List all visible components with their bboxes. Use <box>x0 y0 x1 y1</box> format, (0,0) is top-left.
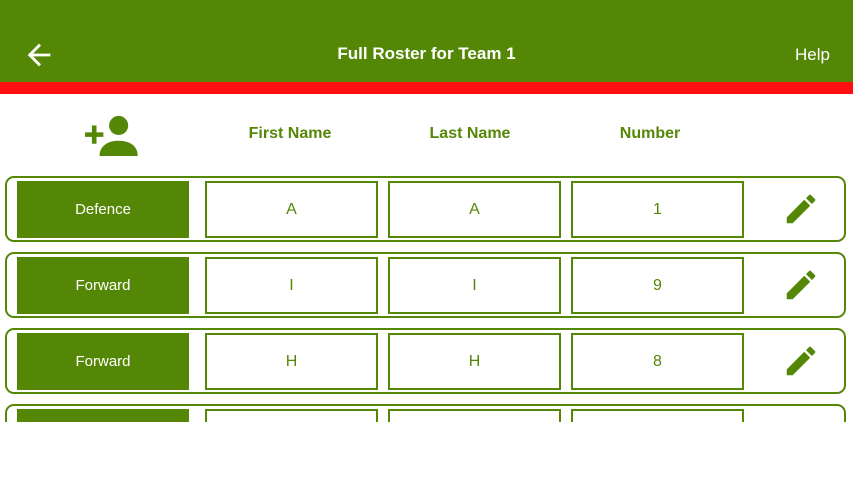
column-header-last-name: Last Name <box>429 125 511 142</box>
number-field[interactable]: 9 <box>571 257 744 314</box>
first-name-field[interactable]: I <box>205 257 378 314</box>
position-button[interactable]: Forward <box>17 333 189 390</box>
column-header-first-name: First Name <box>248 125 332 142</box>
first-name-field[interactable]: H <box>205 333 378 390</box>
accent-divider <box>0 82 853 94</box>
last-name-field[interactable]: A <box>388 181 561 238</box>
number-field[interactable] <box>571 409 744 422</box>
roster-header: First Name Last Name Number <box>0 94 853 174</box>
roster-list[interactable]: Defence A A 1 Forward I I 9 Forward H H … <box>0 176 853 422</box>
help-button[interactable]: Help <box>795 45 830 65</box>
number-field[interactable]: 8 <box>571 333 744 390</box>
edit-pencil-icon[interactable] <box>782 342 820 380</box>
number-field[interactable]: 1 <box>571 181 744 238</box>
table-row[interactable]: Forward I I 9 <box>5 252 846 318</box>
position-button[interactable]: Defence <box>17 181 189 238</box>
table-row[interactable]: Forward H H 8 <box>5 328 846 394</box>
last-name-field[interactable]: H <box>388 333 561 390</box>
last-name-field[interactable] <box>388 409 561 422</box>
app-bar: Full Roster for Team 1 Help <box>0 0 853 82</box>
page-title: Full Roster for Team 1 <box>337 44 516 63</box>
last-name-field[interactable]: I <box>388 257 561 314</box>
first-name-field[interactable]: A <box>205 181 378 238</box>
first-name-field[interactable] <box>205 409 378 422</box>
position-button[interactable]: Forward <box>17 257 189 314</box>
table-row[interactable] <box>5 404 846 422</box>
edit-pencil-icon[interactable] <box>782 266 820 304</box>
column-header-number: Number <box>619 125 681 142</box>
position-button[interactable] <box>17 409 189 422</box>
add-person-icon[interactable] <box>84 114 138 156</box>
edit-pencil-icon[interactable] <box>782 418 820 422</box>
table-row[interactable]: Defence A A 1 <box>5 176 846 242</box>
edit-pencil-icon[interactable] <box>782 190 820 228</box>
